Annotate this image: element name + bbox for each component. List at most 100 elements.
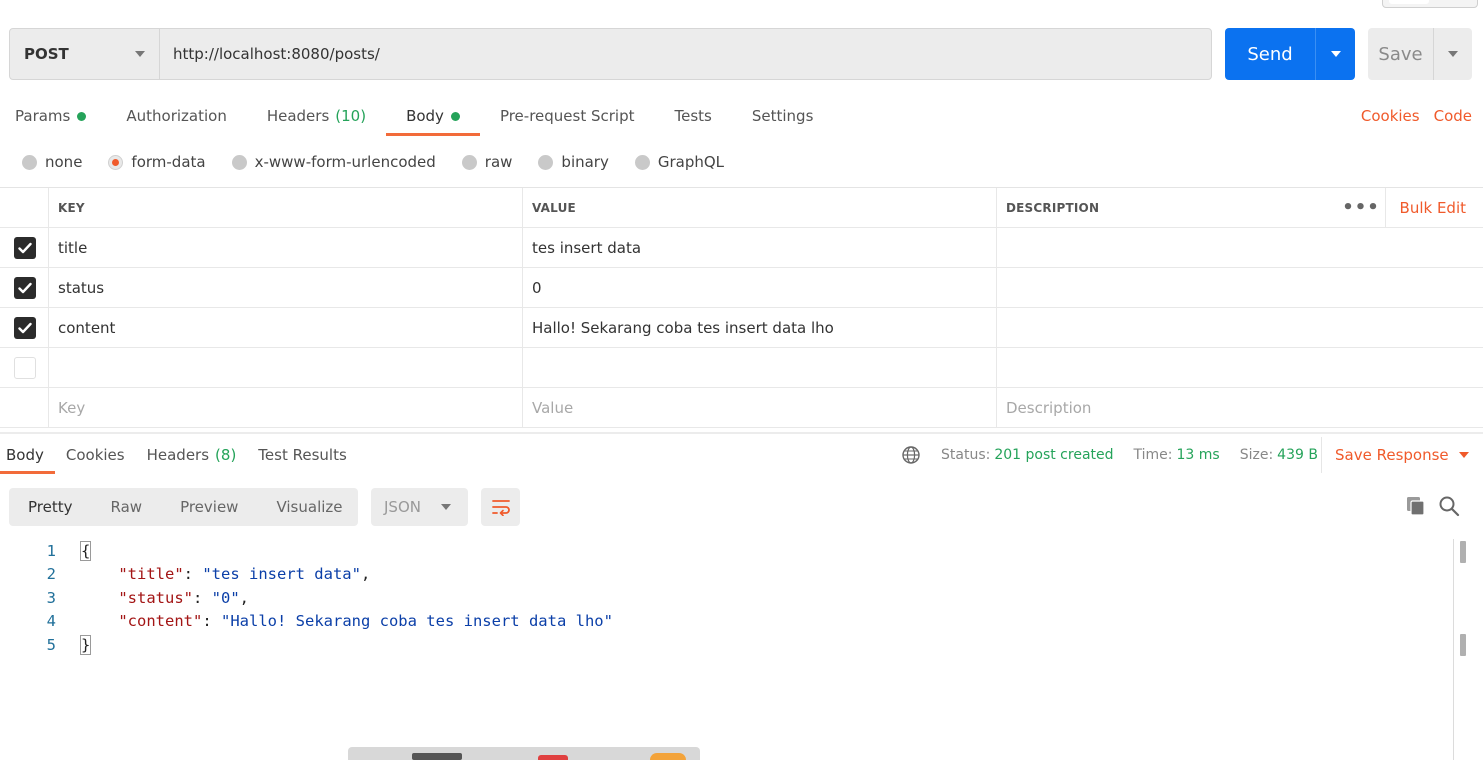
tab-authorization[interactable]: Authorization	[106, 98, 246, 134]
radio-none[interactable]: none	[22, 153, 82, 171]
method-select[interactable]: POST	[10, 29, 160, 79]
save-response-button[interactable]: Save Response	[1321, 437, 1469, 473]
key-cell[interactable]	[49, 348, 523, 387]
status-value[interactable]: 201 post created	[994, 447, 1113, 463]
overlay-toolbar	[348, 747, 700, 760]
status-group: Status: 201 post created	[941, 447, 1114, 463]
code-link[interactable]: Code	[1434, 107, 1472, 125]
send-options-button[interactable]	[1315, 28, 1355, 80]
tab-settings[interactable]: Settings	[732, 98, 834, 134]
description-cell[interactable]	[997, 228, 1483, 267]
tab-params[interactable]: Params	[0, 98, 106, 134]
record-icon[interactable]	[538, 755, 568, 760]
view-preview[interactable]: Preview	[161, 488, 257, 526]
view-pretty[interactable]: Pretty	[9, 488, 92, 526]
json-punct: ,	[239, 588, 249, 607]
code-scrollbar-track[interactable]	[1453, 539, 1454, 760]
time-value[interactable]: 13 ms	[1177, 447, 1220, 463]
tab-response-headers[interactable]: Headers (8)	[136, 437, 248, 473]
row-checkbox[interactable]	[14, 276, 36, 299]
value-cell[interactable]: 0	[523, 268, 997, 307]
wrap-lines-button[interactable]	[481, 488, 520, 526]
send-button[interactable]: Send	[1225, 28, 1315, 80]
response-code-view[interactable]: 1 { 2 "title": "tes insert data", 3 "sta…	[0, 539, 1450, 657]
time-group: Time: 13 ms	[1134, 447, 1220, 463]
scrollbar-marker[interactable]	[1460, 634, 1466, 656]
key-cell[interactable]: status	[49, 268, 523, 307]
size-value[interactable]: 439 B	[1277, 447, 1318, 463]
tab-label: Pre-request Script	[499, 107, 635, 125]
more-options-icon[interactable]: •••	[1338, 188, 1386, 227]
key-input[interactable]: Key	[49, 388, 523, 427]
tab-label: Cookies	[65, 446, 125, 464]
time-label: Time:	[1133, 447, 1173, 463]
row-check-cell	[0, 348, 49, 387]
radio-circle	[538, 154, 554, 170]
tab-headers[interactable]: Headers (10)	[247, 98, 386, 134]
format-select[interactable]: JSON	[371, 488, 468, 526]
send-button-group: Send	[1225, 28, 1355, 80]
description-cell[interactable]	[997, 268, 1483, 307]
cookies-link[interactable]: Cookies	[1361, 107, 1420, 125]
value-cell[interactable]: Hallo! Sekarang coba tes insert data lho	[523, 308, 997, 347]
toolbar-item-icon[interactable]	[650, 753, 686, 760]
header-description: DESCRIPTION	[1006, 200, 1100, 215]
search-icon[interactable]	[1438, 495, 1460, 517]
save-button[interactable]: Save	[1368, 28, 1433, 80]
globe-icon[interactable]	[901, 445, 921, 465]
description-cell[interactable]	[997, 348, 1483, 387]
value-cell[interactable]	[523, 348, 997, 387]
tab-pre-request-script[interactable]: Pre-request Script	[480, 98, 655, 134]
row-checkbox[interactable]	[14, 356, 36, 379]
view-raw[interactable]: Raw	[92, 488, 162, 526]
status-label: Status:	[941, 447, 991, 463]
code-text: "content": "Hallo! Sekarang coba tes ins…	[118, 612, 613, 631]
tab-tests[interactable]: Tests	[655, 98, 732, 134]
size-label: Size:	[1239, 447, 1274, 463]
value-cell[interactable]: tes insert data	[523, 228, 997, 267]
brace: }	[79, 634, 92, 655]
json-value: "Hallo! Sekarang coba tes insert data lh…	[221, 612, 613, 631]
line-number: 4	[46, 612, 56, 631]
description-cell[interactable]	[997, 308, 1483, 347]
row-checkbox[interactable]	[14, 236, 36, 259]
radio-circle	[461, 154, 477, 170]
radio-binary[interactable]: binary	[538, 153, 609, 171]
tab-body[interactable]: Body	[386, 98, 480, 136]
body-type-radios: none form-data x-www-form-urlencoded raw…	[22, 150, 724, 174]
key-cell[interactable]: title	[49, 228, 523, 267]
radio-form-data[interactable]: form-data	[108, 153, 206, 171]
key-cell[interactable]: content	[49, 308, 523, 347]
tab-test-results[interactable]: Test Results	[247, 437, 357, 473]
row-check-cell	[0, 228, 49, 267]
view-visualize[interactable]: Visualize	[257, 488, 361, 526]
save-options-button[interactable]	[1433, 28, 1472, 80]
radio-graphql[interactable]: GraphQL	[634, 153, 724, 171]
radio-label: x-www-form-urlencoded	[254, 153, 436, 171]
code-text: "title": "tes insert data",	[118, 565, 371, 584]
radio-label: binary	[561, 153, 609, 171]
table-row: title tes insert data	[0, 228, 1483, 268]
bulk-edit-button[interactable]: Bulk Edit	[1386, 199, 1483, 217]
tab-response-body[interactable]: Body	[0, 437, 55, 474]
radio-x-www-form-urlencoded[interactable]: x-www-form-urlencoded	[231, 153, 436, 171]
toolbar-item-icon[interactable]	[412, 753, 462, 760]
tab-response-cookies[interactable]: Cookies	[55, 437, 136, 473]
new-param-row: Key Value Description	[0, 388, 1483, 428]
description-input[interactable]: Description	[997, 388, 1483, 427]
value-input[interactable]: Value	[523, 388, 997, 427]
radio-circle	[231, 154, 247, 170]
pane-divider[interactable]	[0, 432, 1483, 434]
save-button-group: Save	[1368, 28, 1472, 80]
copy-icon[interactable]	[1405, 495, 1427, 517]
radio-raw[interactable]: raw	[461, 153, 512, 171]
tab-label: Headers	[146, 446, 210, 464]
json-punct: ,	[360, 565, 371, 584]
response-status-bar: Status: 201 post created Time: 13 ms Size:…	[901, 437, 1338, 473]
url-input[interactable]: http://localhost:8080/posts/	[160, 29, 1211, 79]
code-line: 2 "title": "tes insert data",	[0, 563, 1450, 587]
row-checkbox[interactable]	[14, 316, 36, 339]
line-number: 3	[46, 588, 56, 607]
scrollbar-marker[interactable]	[1460, 541, 1466, 563]
tab-label: Tests	[674, 107, 712, 125]
